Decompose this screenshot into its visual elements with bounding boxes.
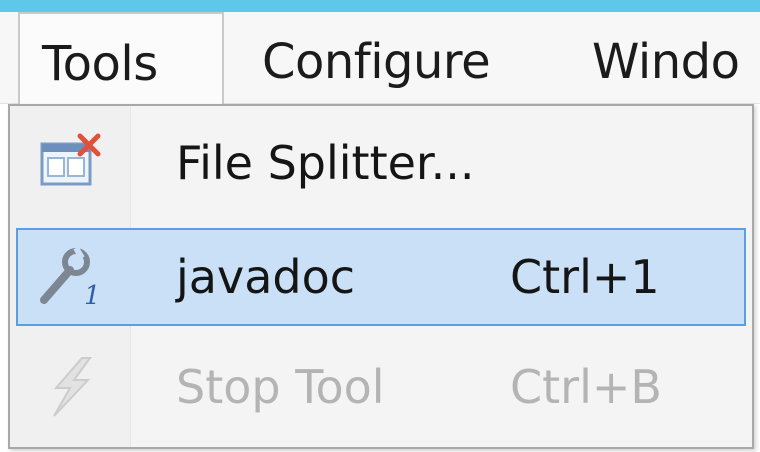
menu-item-file-splitter[interactable]: File Splitter... bbox=[16, 114, 746, 212]
menu-window[interactable]: Windo bbox=[592, 12, 740, 104]
lightning-icon bbox=[36, 356, 106, 418]
menu-item-shortcut: Ctrl+B bbox=[510, 360, 662, 414]
menu-bar: Tools Configure Windo bbox=[0, 12, 760, 104]
wrench-icon: 1 bbox=[36, 246, 106, 311]
menu-item-javadoc[interactable]: 1 javadoc Ctrl+1 bbox=[16, 228, 746, 326]
menu-tools[interactable]: Tools bbox=[18, 12, 224, 104]
menu-configure[interactable]: Configure bbox=[262, 12, 491, 104]
menu-item-label: Stop Tool bbox=[176, 360, 385, 414]
svg-text:1: 1 bbox=[84, 281, 101, 308]
menu-item-label: javadoc bbox=[176, 250, 356, 304]
window-accent-strip bbox=[0, 0, 760, 12]
menu-item-label: File Splitter... bbox=[176, 136, 475, 190]
menu-item-shortcut: Ctrl+1 bbox=[510, 250, 660, 304]
tools-dropdown-menu: File Splitter... 1 javadoc Ctrl+1 Stop T… bbox=[8, 104, 754, 449]
menu-item-stop-tool[interactable]: Stop Tool Ctrl+B bbox=[16, 338, 746, 436]
file-splitter-icon bbox=[36, 132, 106, 194]
